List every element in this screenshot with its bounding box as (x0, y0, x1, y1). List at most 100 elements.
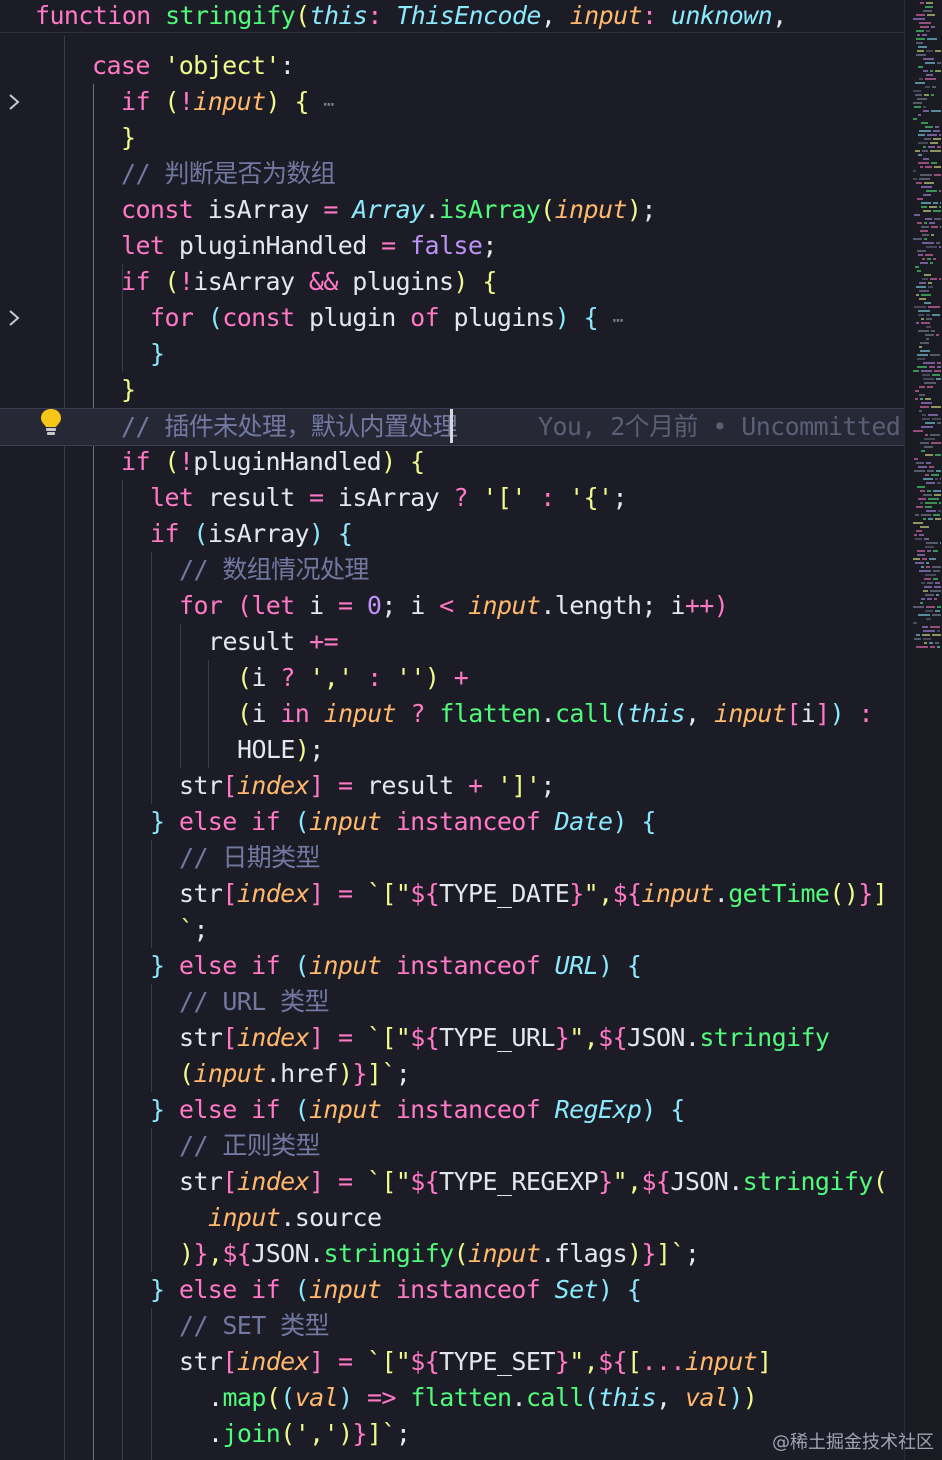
minimap-line (930, 142, 938, 144)
code-token: ']' (496, 771, 541, 800)
minimap-line (923, 110, 929, 112)
code-line[interactable]: // URL 类型 (0, 984, 904, 1020)
code-line[interactable]: // 数组情况处理 (0, 552, 904, 588)
minimap-line (915, 150, 920, 152)
minimap-line (914, 534, 917, 536)
fold-chevron-right-icon[interactable] (6, 84, 22, 120)
minimap-line (921, 566, 924, 568)
minimap-line (916, 506, 923, 508)
fold-chevron-right-icon[interactable] (6, 300, 22, 336)
code-token: , (685, 699, 714, 728)
minimap-line (918, 114, 921, 116)
code-text: str[index] = `["${TYPE_REGEXP}",${JSON.s… (179, 1164, 888, 1200)
code-line[interactable]: str[index] = `["${TYPE_REGEXP}",${JSON.s… (0, 1164, 904, 1200)
code-line[interactable]: } (0, 120, 904, 156)
code-line[interactable]: result += (0, 624, 904, 660)
minimap-line (920, 602, 923, 604)
code-line[interactable]: str[index] = `["${TYPE_URL}",${JSON.stri… (0, 1020, 904, 1056)
code-text: if (!isArray && plugins) { (121, 264, 497, 300)
code-token: TYPE_URL (439, 1023, 555, 1052)
sticky-scroll-header[interactable]: function stringify(this: ThisEncode, inp… (0, 0, 904, 33)
minimap-line (918, 498, 926, 500)
code-token: } (569, 879, 584, 908)
code-line[interactable]: } (0, 336, 904, 372)
minimap-line (923, 378, 934, 380)
code-text: str[index] = `["${TYPE_SET}",${[...input… (179, 1344, 772, 1380)
minimap-line (916, 14, 925, 16)
minimap-line (925, 506, 932, 508)
minimap-line (927, 490, 931, 492)
minimap-line (932, 634, 941, 636)
code-token: isArray (207, 195, 324, 224)
folded-region-ellipsis[interactable]: ⋯ (323, 94, 334, 115)
code-line[interactable]: str[index] = result + ']'; (0, 768, 904, 804)
code-token: str (179, 1167, 223, 1196)
code-line[interactable]: HOLE); (0, 732, 904, 768)
code-text: case 'object': (92, 48, 295, 84)
code-line[interactable]: str[index] = `["${TYPE_SET}",${[...input… (0, 1344, 904, 1380)
code-token: () (829, 879, 859, 908)
code-line[interactable]: } else if (input instanceof RegExp) { (0, 1092, 904, 1128)
minimap-line (940, 226, 941, 228)
minimap[interactable] (904, 0, 942, 1460)
folded-region-ellipsis[interactable]: ⋯ (613, 310, 624, 331)
code-token: ) (554, 303, 570, 332)
code-line[interactable]: (i in input ? flatten.call(this, input[i… (0, 696, 904, 732)
code-line[interactable]: (i ? ',' : '') + (0, 660, 904, 696)
code-line[interactable]: for (let i = 0; i < input.length; i++) (0, 588, 904, 624)
code-line[interactable]: } else if (input instanceof URL) { (0, 948, 904, 984)
code-line[interactable]: if (isArray) { (0, 516, 904, 552)
code-line[interactable]: `; (0, 912, 904, 948)
code-line[interactable]: (input.href)}]`; (0, 1056, 904, 1092)
code-line[interactable]: str[index] = `["${TYPE_DATE}",${input.ge… (0, 876, 904, 912)
code-token: [ (222, 771, 237, 800)
code-line[interactable]: if (!pluginHandled) { (0, 444, 904, 480)
code-token: ) (612, 807, 627, 836)
minimap-line (928, 414, 938, 416)
code-token: str (179, 879, 223, 908)
code-token: , (540, 1, 570, 30)
minimap-line (925, 434, 928, 436)
code-token: input (193, 87, 266, 116)
code-token: TYPE_SET (439, 1347, 555, 1376)
code-line[interactable]: const isArray = Array.isArray(input); (0, 192, 904, 228)
code-text: // URL 类型 (179, 984, 330, 1020)
lightbulb-icon[interactable] (38, 407, 64, 437)
code-line[interactable]: } else if (input instanceof Set) { (0, 1272, 904, 1308)
minimap-line (916, 322, 919, 324)
minimap-line (924, 302, 931, 304)
code-editor[interactable]: function stringify(this: ThisEncode, inp… (0, 0, 904, 1460)
code-line[interactable]: if (!isArray && plugins) { (0, 264, 904, 300)
code-line[interactable]: case 'object': (0, 48, 904, 84)
code-token: ${ (222, 1239, 252, 1268)
minimap-line (916, 286, 926, 288)
code-token: } (554, 1023, 570, 1052)
watermark-text: @稀土掘金技术社区 (772, 1432, 934, 1453)
minimap-line (926, 606, 935, 608)
code-line[interactable]: let result = isArray ? '[' : '{'; (0, 480, 904, 516)
code-line[interactable]: // SET 类型 (0, 1308, 904, 1344)
code-token: . (424, 195, 440, 224)
minimap-line (925, 610, 933, 612)
code-line[interactable]: // 正则类型 (0, 1128, 904, 1164)
code-token: else if (164, 1275, 295, 1304)
code-text: (i in input ? flatten.call(this, input[i… (237, 696, 874, 732)
minimap-line (913, 90, 921, 92)
code-line[interactable]: .join(',')}]`; (0, 1416, 904, 1452)
code-text: } else if (input instanceof Set) { (150, 1272, 642, 1308)
code-token: instanceof (395, 951, 555, 980)
code-token: input (308, 1275, 396, 1304)
minimap-line (919, 534, 924, 536)
code-line[interactable]: } (0, 372, 904, 408)
code-line[interactable]: // 判断是否为数组 (0, 156, 904, 192)
code-line[interactable]: )},${JSON.stringify(input.flags)}]`; (0, 1236, 904, 1272)
code-line[interactable]: // 日期类型 (0, 840, 904, 876)
code-line[interactable]: } else if (input instanceof Date) { (0, 804, 904, 840)
code-token: , (207, 1239, 223, 1268)
code-line[interactable]: .map((val) => flatten.call(this, val)) (0, 1380, 904, 1416)
minimap-line (939, 502, 941, 504)
code-line[interactable]: if (!input) { ⋯ (0, 84, 904, 120)
code-line[interactable]: let pluginHandled = false; (0, 228, 904, 264)
code-line[interactable]: for (const plugin of plugins) { ⋯ (0, 300, 904, 336)
code-line[interactable]: input.source (0, 1200, 904, 1236)
